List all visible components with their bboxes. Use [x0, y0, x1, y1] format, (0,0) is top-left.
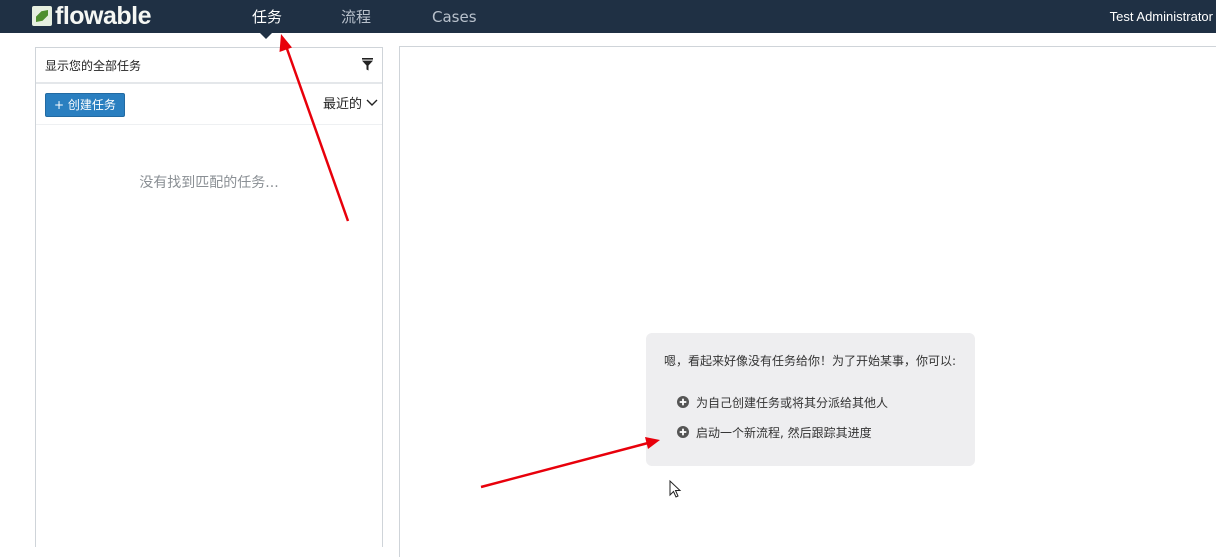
help-intro-text: 嗯，看起来好像没有任务给你！为了开始某事，你可以:	[664, 354, 957, 368]
plus-circle-icon	[677, 426, 689, 438]
filter-icon[interactable]	[362, 58, 373, 71]
create-task-button[interactable]: + 创建任务	[45, 93, 125, 117]
nav-tab-cases[interactable]: Cases	[432, 0, 477, 33]
user-menu[interactable]: Test Administrator	[1110, 0, 1213, 33]
filter-header[interactable]: 显示您的全部任务	[36, 48, 382, 84]
task-detail-panel	[399, 46, 1216, 557]
flowable-logo-icon	[32, 6, 52, 26]
start-process-link-label: 启动一个新流程, 然后跟踪其进度	[696, 425, 872, 440]
create-task-link-label: 为自己创建任务或将其分派给其他人	[696, 395, 889, 410]
sort-dropdown[interactable]: 最近的	[323, 93, 378, 112]
nav-tab-tasks[interactable]: 任务	[252, 0, 282, 33]
nav-tab-processes[interactable]: 流程	[341, 0, 371, 33]
create-task-label: + 创建任务	[54, 97, 116, 112]
empty-task-message: 没有找到匹配的任务...	[139, 175, 279, 191]
plus-circle-icon	[677, 396, 689, 408]
task-list-panel: 显示您的全部任务 + 创建任务 最近的 没有找到匹配的任务...	[35, 47, 383, 547]
create-task-link[interactable]: 为自己创建任务或将其分派给其他人	[677, 393, 888, 411]
flowable-logo[interactable]: flowable	[32, 2, 152, 30]
filter-title: 显示您的全部任务	[45, 59, 142, 73]
chevron-down-icon	[366, 99, 378, 106]
sort-label: 最近的	[322, 97, 362, 112]
logo-text: flowable	[55, 2, 152, 30]
task-toolbar: + 创建任务 最近的	[36, 84, 382, 125]
active-tab-caret	[260, 33, 272, 39]
start-process-link[interactable]: 启动一个新流程, 然后跟踪其进度	[677, 423, 872, 441]
help-box: 嗯，看起来好像没有任务给你！为了开始某事，你可以: 为自己创建任务或将其分派给其…	[646, 333, 975, 466]
top-navbar: flowable 任务 流程 Cases Test Administrator	[0, 0, 1216, 39]
